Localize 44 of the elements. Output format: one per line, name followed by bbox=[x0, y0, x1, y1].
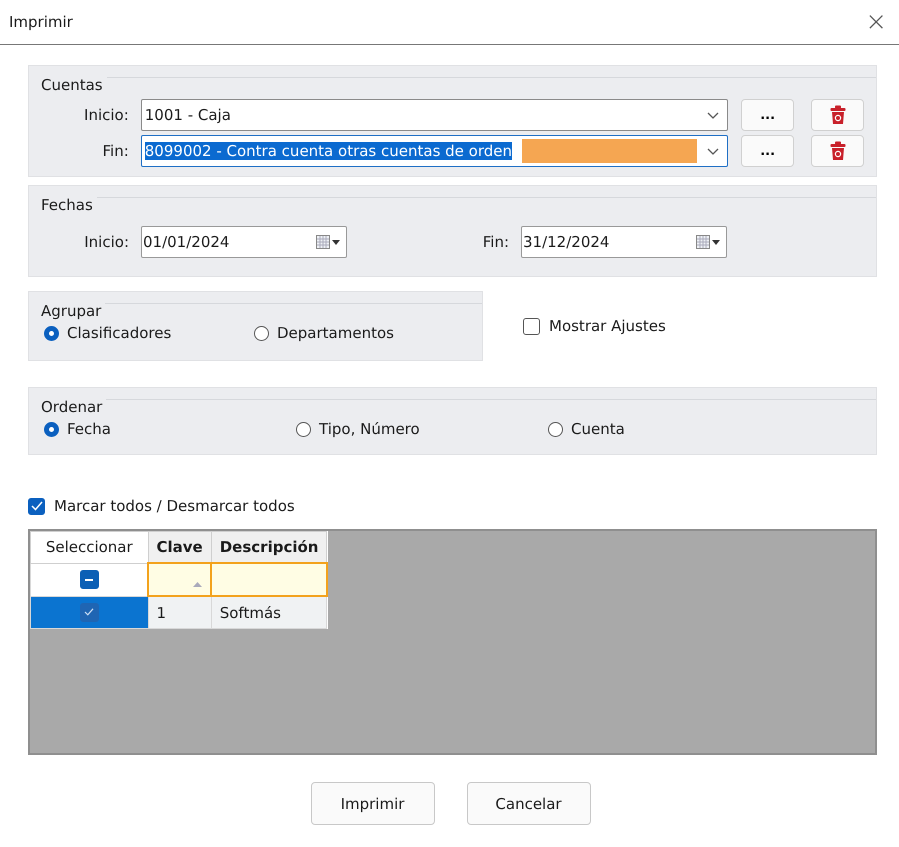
trash-icon bbox=[830, 141, 846, 161]
date-field[interactable]: 01/01/2024 bbox=[141, 226, 347, 258]
filter-cell[interactable] bbox=[211, 563, 327, 596]
radio-button[interactable]: Clasificadores bbox=[44, 324, 254, 342]
close-button[interactable]: × bbox=[865, 7, 887, 37]
account-dropdown[interactable]: 1001 - Caja bbox=[140, 99, 728, 131]
date-field[interactable]: 31/12/2024 bbox=[521, 226, 727, 258]
column-header[interactable]: Descripción bbox=[211, 532, 327, 563]
chevron-down-icon bbox=[707, 112, 720, 120]
checkbox[interactable]: Mostrar Ajustes bbox=[523, 317, 666, 335]
checkmark-icon bbox=[30, 501, 42, 511]
checkmark-icon bbox=[84, 608, 94, 616]
delete-button[interactable] bbox=[811, 135, 864, 167]
chevron-down-icon bbox=[707, 148, 720, 156]
checkbox[interactable]: Marcar todos / Desmarcar todos bbox=[28, 497, 877, 515]
calendar-icon bbox=[316, 235, 342, 249]
account-dropdown[interactable]: 8099002 - Contra cuenta otras cuentas de orden bbox=[140, 135, 728, 167]
window-title: Imprimir bbox=[9, 13, 73, 31]
column-header[interactable]: Seleccionar bbox=[30, 532, 148, 563]
radio-button[interactable]: Departamentos bbox=[254, 324, 464, 342]
delete-button[interactable] bbox=[811, 99, 864, 131]
field-label: Fin: bbox=[482, 233, 510, 251]
table-cell: Softmás bbox=[211, 596, 327, 628]
field-label: Inicio: bbox=[83, 106, 130, 124]
radio-button[interactable]: Fecha bbox=[44, 420, 296, 438]
field-label: Fin: bbox=[102, 142, 130, 160]
minus-icon bbox=[85, 578, 93, 581]
cancel-button[interactable]: Cancelar bbox=[466, 782, 590, 825]
column-header[interactable]: Clave bbox=[148, 532, 212, 563]
row-checkbox[interactable] bbox=[80, 602, 99, 622]
filter-cell[interactable] bbox=[148, 563, 212, 596]
table-row[interactable]: 1 Softmás bbox=[30, 596, 327, 628]
browse-button[interactable]: ... bbox=[741, 135, 794, 167]
table-cell: 1 bbox=[148, 596, 212, 628]
select-all-checkbox[interactable] bbox=[80, 570, 98, 590]
radio-button[interactable]: Tipo, Número bbox=[296, 420, 548, 438]
group-title: Agrupar bbox=[41, 302, 106, 320]
field-label: Inicio: bbox=[83, 233, 130, 251]
calendar-icon bbox=[696, 235, 722, 249]
print-button[interactable]: Imprimir bbox=[310, 782, 434, 825]
trash-icon bbox=[830, 105, 846, 125]
browse-button[interactable]: ... bbox=[741, 99, 794, 131]
sort-up-icon bbox=[193, 582, 202, 587]
radio-button[interactable]: Cuenta bbox=[548, 420, 800, 438]
